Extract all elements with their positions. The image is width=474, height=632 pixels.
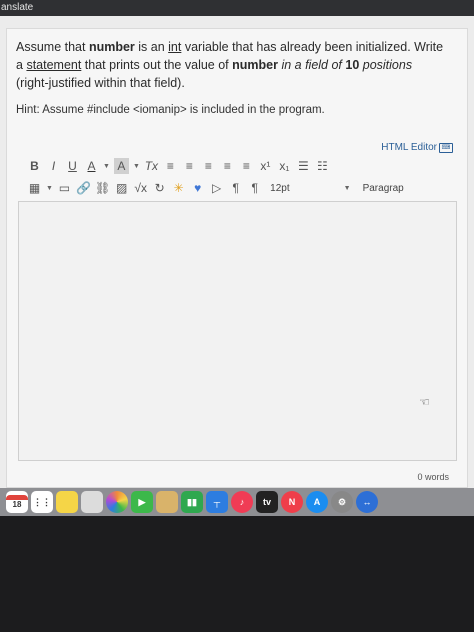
superscript-button[interactable]: x¹: [258, 158, 273, 174]
align-center-button[interactable]: ≡: [182, 158, 197, 174]
term-int: int: [168, 40, 182, 54]
dock: 18 ⋮⋮ ▶ ▮▮ ┬ ♪ tv N A ⚙ ↔: [0, 488, 474, 516]
video-icon[interactable]: ▷: [209, 180, 224, 196]
chevron-down-icon[interactable]: ▼: [103, 163, 110, 170]
rtl-paragraph-icon[interactable]: ¶: [247, 180, 262, 196]
keyboard-icon: ⌨: [439, 142, 453, 153]
apps-icon[interactable]: ✳: [171, 180, 186, 196]
italic-button[interactable]: I: [46, 158, 61, 174]
underline-button[interactable]: U: [65, 158, 80, 174]
bullet-list-button[interactable]: ☰: [296, 158, 311, 174]
subscript-button[interactable]: x₁: [277, 158, 292, 174]
html-editor-link[interactable]: HTML Editor ⌨: [381, 142, 453, 153]
indent-button[interactable]: ≡: [220, 158, 235, 174]
numbers-icon[interactable]: ▮▮: [181, 491, 203, 513]
music-icon[interactable]: ♪: [231, 491, 253, 513]
browser-window: anslate Assume that number is an int var…: [0, 0, 474, 488]
top-bar-label: anslate: [1, 2, 34, 13]
answer-text-area[interactable]: [18, 201, 457, 461]
ltr-paragraph-icon[interactable]: ¶: [228, 180, 243, 196]
top-bar: anslate: [0, 0, 474, 16]
image-icon[interactable]: ▨: [114, 180, 129, 196]
notes-pad-icon[interactable]: [156, 491, 178, 513]
calendar-icon[interactable]: 18: [6, 491, 28, 513]
toolbar-row-1: B I U A ▼ A ▼ Tx ≡ ≡ ≡ ≡ ≡ x¹ x₁ ☰ ☷: [27, 157, 334, 175]
word-count: 0 words: [417, 472, 449, 482]
chevron-down-icon: ▼: [343, 184, 351, 192]
html-editor-label: HTML Editor: [381, 142, 437, 153]
clear-formatting-button[interactable]: Tx: [144, 158, 159, 174]
reminders-icon[interactable]: ⋮⋮: [31, 491, 53, 513]
outdent-button[interactable]: ≡: [239, 158, 254, 174]
text-color-button[interactable]: A: [84, 158, 99, 174]
calendar-day: 18: [12, 500, 22, 509]
media-icon[interactable]: ▭: [57, 180, 72, 196]
align-right-button[interactable]: ≡: [201, 158, 216, 174]
question-card: Assume that number is an int variable th…: [6, 28, 468, 488]
term-statement: statement: [26, 58, 82, 72]
term-number: number: [88, 40, 135, 54]
question-part: in a field of: [277, 58, 346, 72]
migration-icon[interactable]: ↔: [356, 491, 378, 513]
paragraph-format-select[interactable]: ▼ Paragrap: [344, 183, 404, 194]
chevron-down-icon[interactable]: ▼: [46, 185, 53, 192]
embed-icon[interactable]: ↻: [152, 180, 167, 196]
facetime-icon[interactable]: ▶: [131, 491, 153, 513]
font-size-select[interactable]: 12pt: [270, 183, 289, 194]
table-icon[interactable]: ▦: [27, 180, 42, 196]
photos-icon[interactable]: [106, 491, 128, 513]
paragraph-format-label: Paragrap: [362, 182, 404, 194]
system-preferences-icon[interactable]: ⚙: [331, 491, 353, 513]
apple-tv-icon[interactable]: tv: [256, 491, 278, 513]
hint-text: Hint: Assume #include <iomanip> is inclu…: [16, 104, 325, 116]
math-equation-icon[interactable]: √x: [133, 180, 148, 196]
question-part: is an: [134, 40, 169, 54]
heart-icon[interactable]: ♥: [190, 180, 205, 196]
bold-button[interactable]: B: [27, 158, 42, 174]
question-part: Assume that: [16, 40, 89, 54]
question-part: that prints out the value of: [81, 58, 233, 72]
unlink-icon[interactable]: ⛓: [95, 180, 110, 196]
term-ten: 10: [345, 58, 360, 72]
app-store-icon[interactable]: A: [306, 491, 328, 513]
toolbar-row-2: ▦ ▼ ▭ 🔗 ⛓ ▨ √x ↻ ✳ ♥ ▷ ¶ ¶ 12pt ▼ Paragr…: [27, 179, 404, 197]
pointer-cursor-icon: ☜: [419, 395, 430, 409]
background-color-button[interactable]: A: [113, 158, 129, 174]
term-number: number: [232, 58, 278, 72]
align-left-button[interactable]: ≡: [163, 158, 178, 174]
numbered-list-button[interactable]: ☷: [315, 158, 330, 174]
keynote-icon[interactable]: ┬: [206, 491, 228, 513]
desk-surface: [0, 516, 474, 632]
question-part: positions: [359, 58, 413, 72]
tv-label: tv: [262, 497, 271, 507]
news-icon[interactable]: N: [281, 491, 303, 513]
link-icon[interactable]: 🔗: [76, 180, 91, 196]
question-part: (right-justified within that field).: [16, 76, 185, 90]
chevron-down-icon[interactable]: ▼: [133, 163, 140, 170]
photos-app-icon[interactable]: [81, 491, 103, 513]
notes-icon[interactable]: [56, 491, 78, 513]
question-text: Assume that number is an int variable th…: [16, 38, 446, 92]
